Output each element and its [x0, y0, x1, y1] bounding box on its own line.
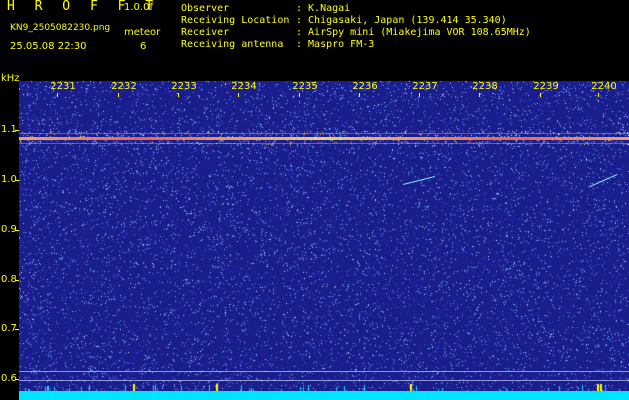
baseline-upper [19, 371, 629, 372]
time-tick-mark [419, 93, 420, 97]
info-receiver-value: : AirSpy mini (Miakejima VOR 108.65MHz) [296, 27, 531, 38]
time-tick-label: 2235 [292, 81, 318, 92]
info-antenna-value: : Maspro FM-3 [296, 39, 375, 50]
info-observer-value: : K.Nagai [296, 3, 351, 14]
baseline-lower [19, 380, 629, 381]
filename-label: KN9_2505082230.png [10, 23, 111, 33]
time-tick-mark [598, 93, 599, 97]
time-tick-label: 2240 [591, 81, 617, 92]
datetime-label: 25.05.08 22:30 [10, 41, 87, 52]
signal-line [19, 137, 629, 140]
signal-line-upper [19, 133, 629, 134]
info-antenna-label: Receiving antenna [181, 39, 284, 50]
freq-tick-mark [15, 180, 19, 181]
spectrogram-noise [19, 81, 629, 400]
freq-tick-mark [15, 329, 19, 330]
signal-level-bar [19, 391, 629, 400]
time-tick-label: 2233 [171, 81, 197, 92]
info-observer-label: Observer [181, 3, 230, 14]
info-receiver-label: Receiver [181, 27, 230, 38]
signal-line-lower [19, 143, 629, 144]
info-location-label: Receiving Location [181, 15, 290, 26]
freq-tick-mark [15, 280, 19, 281]
freq-tick-mark [15, 379, 19, 380]
count-label: meteor [124, 27, 161, 38]
time-tick-mark [299, 93, 300, 97]
time-tick-mark [118, 93, 119, 97]
time-tick-mark [359, 93, 360, 97]
freq-tick-mark [15, 130, 19, 131]
time-tick-label: 2234 [231, 81, 257, 92]
time-tick-label: 2238 [472, 81, 498, 92]
time-tick-label: 2239 [533, 81, 559, 92]
time-tick-mark [540, 93, 541, 97]
info-location-value: : Chigasaki, Japan (139.414 35.340) [296, 15, 507, 26]
version-label: 1.0.0f [124, 2, 153, 13]
freq-unit-label: kHz [1, 73, 20, 84]
time-tick-mark [178, 93, 179, 97]
time-tick-mark [479, 93, 480, 97]
time-tick-label: 2236 [352, 81, 378, 92]
count-value: 6 [140, 41, 147, 52]
time-tick-mark [238, 93, 239, 97]
time-tick-mark [57, 93, 58, 97]
time-tick-label: 2232 [111, 81, 137, 92]
time-tick-label: 2237 [412, 81, 438, 92]
freq-tick-mark [15, 230, 19, 231]
time-tick-label: 2231 [50, 81, 76, 92]
